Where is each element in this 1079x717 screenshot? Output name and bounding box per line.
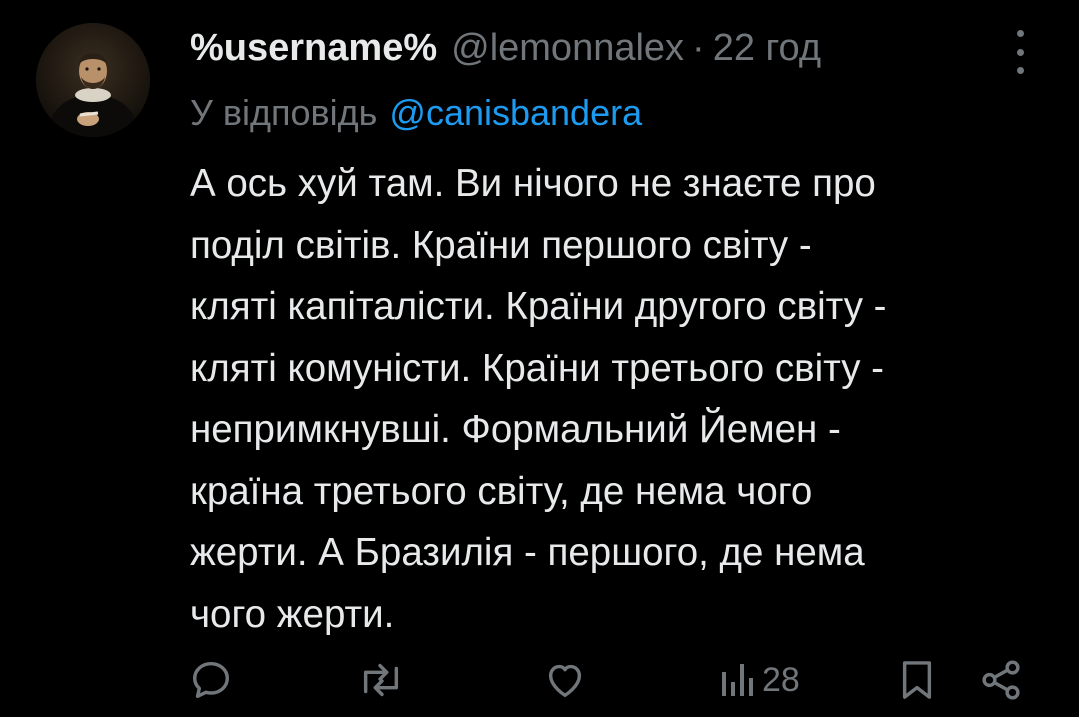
reply-icon [192,661,230,699]
tweet-header: %username% @lemonnalex · 22 год [190,22,821,74]
bookmark-icon [902,661,932,699]
share-icon [982,660,1020,700]
dot [1016,48,1024,56]
tweet-text-line: кляті комуністи. Країни третього світу - [190,346,884,390]
separator-dot: · [692,26,705,69]
reply-mention-link[interactable]: @canisbandera [389,92,642,134]
avatar[interactable] [36,23,150,137]
avatar-image [36,23,150,137]
reply-button[interactable] [188,650,234,710]
dot [1016,67,1024,74]
reply-prefix: У відповідь [190,92,378,133]
tweet-text-line: А ось хуй там. Ви нічого не знаєте про [190,162,876,205]
retweet-icon [363,663,399,697]
tweet-text: А ось хуй там. Ви нічого не знаєте про п… [190,153,1050,645]
tweet-text-line: непримкнувші. Формальний Йемен - [190,408,841,451]
tweet-text-line: чого жерти. [190,592,395,636]
tweet-text-line: поділ світів. Країни першого світу - [190,223,812,267]
tweet-text-line: країна третього світу, де нема чого [190,469,813,513]
views-icon [722,664,753,696]
dot [1016,30,1024,37]
tweet-text-line: кляті капіталісти. Країни другого світу … [190,285,887,328]
views-button[interactable]: 28 [716,650,800,710]
reply-context: У відповідь @canisbandera [190,88,642,138]
display-name[interactable]: %username% [190,27,437,70]
timestamp[interactable]: 22 год [713,27,821,70]
more-options-icon[interactable] [1005,30,1035,74]
bookmark-button[interactable] [898,650,936,710]
tweet-text-line: жерти. А Бразилія - першого, де нема [190,531,865,574]
share-button[interactable] [978,650,1024,710]
views-count: 28 [762,660,800,699]
action-bar: 28 [0,650,1079,710]
like-icon [548,664,582,698]
retweet-button[interactable] [356,650,406,710]
like-button[interactable] [541,650,589,710]
user-handle[interactable]: @lemonnalex [451,27,684,70]
